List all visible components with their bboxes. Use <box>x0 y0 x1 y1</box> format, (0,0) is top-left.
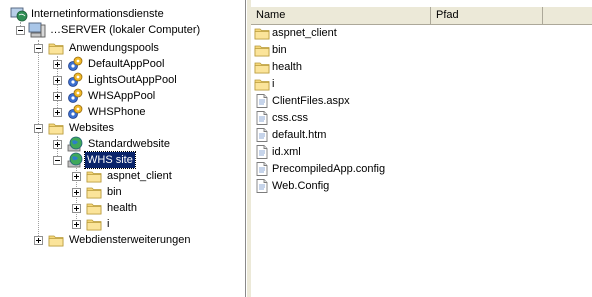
tree-label: bin <box>107 186 122 198</box>
tree-label: Standardwebsite <box>88 138 170 150</box>
folder-icon <box>86 217 102 231</box>
list-item-label: default.htm <box>272 129 327 141</box>
list-item-label: css.css <box>272 112 309 124</box>
tree-label: i <box>107 218 110 230</box>
computer-icon <box>28 22 46 38</box>
file-icon <box>256 145 268 159</box>
tree-item-app-pools[interactable]: Anwendungspools <box>0 40 245 56</box>
app-pool-icon <box>67 56 83 72</box>
folder-icon <box>48 41 64 55</box>
file-icon <box>256 179 268 193</box>
column-header-path[interactable]: Pfad <box>431 7 543 24</box>
folder-icon <box>254 43 270 57</box>
expand-icon[interactable] <box>53 108 62 117</box>
tree-label: Anwendungspools <box>69 42 159 54</box>
collapse-icon[interactable] <box>53 156 62 165</box>
expand-icon[interactable] <box>53 60 62 69</box>
list-item-label: id.xml <box>272 146 301 158</box>
folder-icon <box>48 233 64 247</box>
tree-item-folder[interactable]: bin <box>0 184 245 200</box>
tree-item-root[interactable]: Internetinformationsdienste <box>0 6 245 22</box>
collapse-icon[interactable] <box>16 26 25 35</box>
tree-label: WHSAppPool <box>88 90 156 102</box>
expand-icon[interactable] <box>53 140 62 149</box>
expand-icon[interactable] <box>72 204 81 213</box>
tree-label: Webdiensterweiterungen <box>69 234 191 246</box>
tree-item-folder[interactable]: health <box>0 200 245 216</box>
tree-item-website[interactable]: Standardwebsite <box>0 136 245 152</box>
list-item-label: ClientFiles.aspx <box>272 95 350 107</box>
expand-icon[interactable] <box>34 236 43 245</box>
expand-icon[interactable] <box>53 92 62 101</box>
tree-item-app-pool[interactable]: WHSAppPool <box>0 88 245 104</box>
list-item-label: i <box>272 78 275 90</box>
folder-icon <box>254 26 270 40</box>
tree-item-app-pool[interactable]: WHSPhone <box>0 104 245 120</box>
tree-label: health <box>107 202 137 214</box>
list-header: Name Pfad <box>251 7 592 25</box>
file-icon <box>256 162 268 176</box>
expand-icon[interactable] <box>72 220 81 229</box>
tree-item-app-pool[interactable]: DefaultAppPool <box>0 56 245 72</box>
list-pane[interactable]: Name Pfad aspnet_client bin health i Cli… <box>251 0 592 297</box>
tree-item-folder[interactable]: aspnet_client <box>0 168 245 184</box>
tree-label-selected: WHS site <box>84 151 136 169</box>
tree-label: aspnet_client <box>107 170 172 182</box>
list-item-label: Web.Config <box>272 180 330 192</box>
folder-icon <box>254 77 270 91</box>
tree-label: WHSPhone <box>88 106 146 118</box>
tree-item-app-pool[interactable]: LightsOutAppPool <box>0 72 245 88</box>
website-globe-icon <box>67 136 83 152</box>
expand-icon[interactable] <box>72 172 81 181</box>
tree-label: …SERVER (lokaler Computer) <box>50 24 201 36</box>
tree-item-websites[interactable]: Websites <box>0 120 245 136</box>
collapse-icon[interactable] <box>34 124 43 133</box>
app-pool-icon <box>67 88 83 104</box>
folder-icon <box>254 60 270 74</box>
file-icon <box>256 111 268 125</box>
folder-icon <box>86 201 102 215</box>
expand-icon[interactable] <box>53 76 62 85</box>
tree-item-web-extensions[interactable]: Webdiensterweiterungen <box>0 232 245 248</box>
folder-icon <box>86 185 102 199</box>
list-item-label: PrecompiledApp.config <box>272 163 386 175</box>
file-icon <box>256 128 268 142</box>
list-item-label: health <box>272 61 302 73</box>
file-icon <box>256 94 268 108</box>
website-globe-icon <box>67 152 83 168</box>
app-pool-icon <box>67 72 83 88</box>
column-header-name[interactable]: Name <box>251 7 431 24</box>
tree-item-website-selected[interactable]: WHS site <box>0 151 245 169</box>
tree-pane[interactable]: Internetinformationsdienste …SERVER (lok… <box>0 0 246 297</box>
list-item-label: aspnet_client <box>272 27 337 39</box>
tree-label: Websites <box>69 122 115 134</box>
tree-label: Internetinformationsdienste <box>31 8 164 20</box>
folder-icon <box>48 121 64 135</box>
folder-icon <box>86 169 102 183</box>
collapse-icon[interactable] <box>34 44 43 53</box>
list-item-label: bin <box>272 44 287 56</box>
tree-item-folder[interactable]: i <box>0 216 245 232</box>
expand-icon[interactable] <box>72 188 81 197</box>
tree-item-server[interactable]: …SERVER (lokaler Computer) <box>0 22 245 38</box>
iis-services-icon <box>10 6 28 22</box>
tree-label: DefaultAppPool <box>88 58 165 70</box>
app-pool-icon <box>67 104 83 120</box>
tree-label: LightsOutAppPool <box>88 74 177 86</box>
